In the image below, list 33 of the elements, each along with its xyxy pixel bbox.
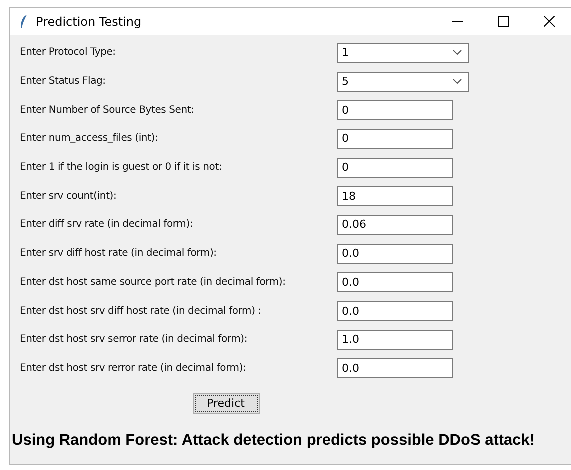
dropdown[interactable]: 1 (337, 42, 469, 63)
field-label: Enter srv diff host rate (in decimal form): (20, 248, 218, 260)
field-label: Enter dst host srv rerror rate (in decimal form): (20, 362, 248, 374)
field-label: Enter Protocol Type: (20, 47, 117, 58)
input-field[interactable]: 0 (337, 128, 453, 149)
field-label: Enter dst host srv serror rate (in decimal form): (20, 334, 249, 346)
field-label: Enter dst host same source port rate (in decimal form): (20, 276, 287, 288)
close-icon (544, 16, 554, 27)
input-field[interactable]: 0.06 (337, 214, 453, 235)
input-field[interactable]: 0.0 (337, 272, 453, 292)
feather-icon (20, 14, 28, 28)
field-label: Enter 1 if the login is guest or 0 if it is not: (20, 162, 224, 174)
predict-button[interactable]: Predict (192, 393, 260, 414)
input-field[interactable]: 0.0 (337, 358, 453, 378)
input-field[interactable]: 1.0 (337, 330, 453, 350)
chevron-down-icon (453, 50, 462, 56)
result-text: Using Random Forest: Attack detection predicts possible DDoS attack! (12, 432, 536, 450)
input-field[interactable]: 0 (337, 100, 453, 120)
field-label: Enter Number of Source Bytes Sent: (20, 104, 196, 116)
dropdown[interactable]: 5 (337, 72, 469, 92)
input-field[interactable]: 0 (337, 158, 453, 178)
field-label: Enter diff srv rate (in decimal form): (20, 219, 194, 230)
field-label: Enter Status Flag: (20, 76, 107, 88)
window-title: Prediction Testing (36, 14, 143, 28)
field-label: Enter srv count(int): (20, 190, 118, 202)
input-field[interactable]: 0.0 (337, 244, 453, 264)
field-label: Enter num_access_files (int): (20, 133, 160, 144)
minimize-icon (452, 21, 462, 22)
input-field[interactable]: 0.0 (337, 301, 453, 322)
chevron-down-icon (453, 79, 462, 84)
field-label: Enter dst host srv diff host rate (in decimal form) : (20, 306, 262, 317)
maximize-icon (498, 16, 508, 27)
input-field[interactable]: 18 (337, 186, 453, 206)
